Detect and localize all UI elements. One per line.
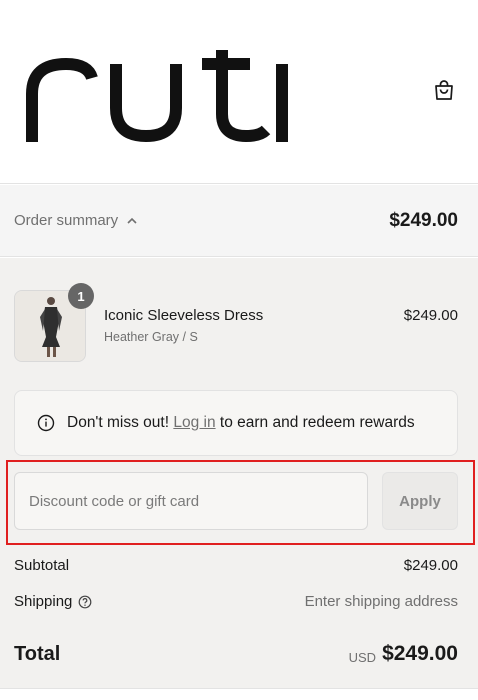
help-circle-icon[interactable] (78, 595, 92, 609)
discount-code-input[interactable] (14, 472, 368, 530)
total-label: Total (14, 642, 61, 665)
ruti-logo[interactable] (26, 50, 288, 147)
order-summary-total: $249.00 (389, 209, 458, 231)
subtotal-label: Subtotal (14, 557, 70, 574)
order-summary-label: Order summary (14, 212, 119, 229)
total-amount-group: USD $249.00 (349, 642, 458, 666)
panel-bottom-edge (0, 688, 478, 700)
shopping-bag-icon (435, 80, 453, 100)
shipping-value: Enter shipping address (304, 593, 458, 610)
rewards-prefix: Don't miss out! (67, 414, 170, 431)
cart-button[interactable] (430, 76, 458, 104)
shipping-label: Shipping (14, 593, 73, 610)
rewards-suffix: to earn and redeem rewards (219, 414, 415, 431)
chevron-up-icon (126, 215, 138, 227)
product-name: Iconic Sleeveless Dress (104, 307, 264, 324)
order-summary-toggle[interactable]: Order summary $249.00 (0, 185, 478, 257)
subtotal-row: Subtotal $249.00 (14, 557, 458, 574)
checkout-header (0, 0, 478, 184)
product-variant: Heather Gray / S (104, 330, 198, 344)
currency-code: USD (348, 650, 377, 665)
quantity-badge: 1 (68, 283, 94, 309)
total-row: Total USD $249.00 (14, 642, 458, 666)
shipping-row: Shipping Enter shipping address (14, 593, 458, 610)
info-icon (37, 414, 55, 432)
rewards-notice: Don't miss out! Log in to earn and redee… (14, 390, 458, 456)
product-price: $249.00 (403, 307, 458, 324)
login-link[interactable]: Log in (173, 414, 215, 432)
subtotal-value: $249.00 (403, 557, 458, 574)
total-value: $249.00 (382, 642, 458, 665)
apply-discount-button[interactable]: Apply (382, 472, 458, 530)
ruti-wordmark-icon (26, 50, 288, 143)
